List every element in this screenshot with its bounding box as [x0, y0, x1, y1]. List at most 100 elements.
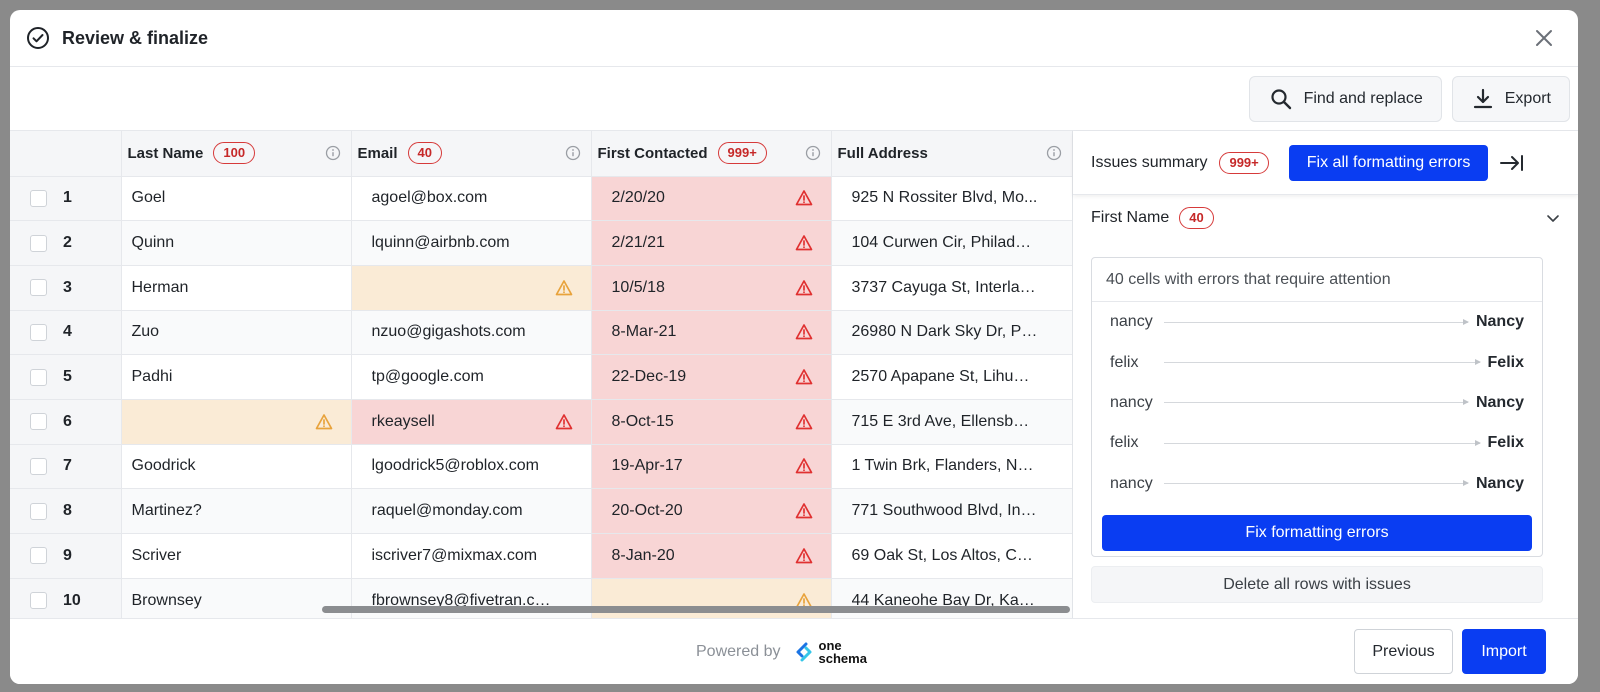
error-count-badge[interactable]: 40	[407, 142, 442, 165]
info-icon[interactable]	[805, 145, 821, 161]
row-index-cell[interactable]: 1	[10, 176, 122, 222]
cell-email[interactable]	[351, 265, 592, 311]
cell-email[interactable]: raquel@monday.com	[351, 488, 592, 534]
issue-section-first-name[interactable]: First Name 40	[1073, 195, 1578, 241]
cell-full-address[interactable]: 3737 Cayuga St, Interlak...	[831, 265, 1072, 311]
row-index-cell[interactable]: 2	[10, 220, 122, 266]
error-count-badge[interactable]: 999+	[717, 142, 767, 165]
cell-email[interactable]: agoel@box.com	[351, 176, 592, 222]
error-triangle-icon[interactable]	[795, 413, 813, 431]
cell-first-contacted[interactable]: 8-Mar-21	[591, 310, 832, 356]
cell-first-contacted[interactable]: 2/21/21	[591, 220, 832, 266]
delete-rows-with-issues-button[interactable]: Delete all rows with issues	[1091, 566, 1543, 603]
horizontal-scrollbar[interactable]	[322, 606, 1070, 613]
row-checkbox[interactable]	[30, 502, 47, 520]
info-icon[interactable]	[565, 145, 581, 161]
cell-full-address[interactable]: 925 N Rossiter Blvd, Mo...	[831, 176, 1072, 222]
cell-first-contacted[interactable]: 8-Jan-20	[591, 533, 832, 579]
table-row[interactable]: 9 Scriver iscriver7@mixmax.com 8-Jan-20 69 O…	[10, 533, 1072, 579]
cell-first-contacted[interactable]: 22-Dec-19	[591, 354, 832, 400]
row-index-cell[interactable]: 5	[10, 354, 122, 400]
cell-email[interactable]: lgoodrick5@roblox.com	[351, 444, 592, 490]
fix-all-formatting-errors-button[interactable]: Fix all formatting errors	[1288, 144, 1489, 181]
row-index-cell[interactable]: 9	[10, 533, 122, 579]
column-header-first-contacted[interactable]: First Contacted 999+	[591, 131, 832, 177]
cell-first-contacted[interactable]: 19-Apr-17	[591, 444, 832, 490]
chevron-down-icon[interactable]	[1546, 211, 1560, 225]
cell-last-name[interactable]: Goel	[121, 176, 352, 222]
cell-first-contacted[interactable]: 8-Oct-15	[591, 399, 832, 445]
error-triangle-icon[interactable]	[555, 413, 573, 431]
import-button[interactable]: Import	[1462, 629, 1546, 674]
error-triangle-icon[interactable]	[795, 457, 813, 475]
error-triangle-icon[interactable]	[795, 234, 813, 252]
cell-email[interactable]: iscriver7@mixmax.com	[351, 533, 592, 579]
row-checkbox[interactable]	[30, 234, 47, 252]
row-checkbox[interactable]	[30, 323, 47, 341]
column-header-last-name[interactable]: Last Name 100	[121, 131, 352, 177]
row-index-cell[interactable]: 4	[10, 310, 122, 356]
cell-last-name[interactable]: Padhi	[121, 354, 352, 400]
cell-last-name[interactable]: Zuo	[121, 310, 352, 356]
cell-last-name[interactable]: Herman	[121, 265, 352, 311]
column-header-full-address[interactable]: Full Address	[831, 131, 1072, 177]
table-row[interactable]: 1 Goel agoel@box.com 2/20/20 925 N Rossiter …	[10, 176, 1072, 222]
info-icon[interactable]	[325, 145, 341, 161]
cell-full-address[interactable]: 1 Twin Brk, Flanders, NJ,...	[831, 444, 1072, 490]
row-checkbox[interactable]	[30, 279, 47, 297]
cell-full-address[interactable]: 715 E 3rd Ave, Ellensbur...	[831, 399, 1072, 445]
row-checkbox[interactable]	[30, 457, 47, 475]
cell-last-name[interactable]: Quinn	[121, 220, 352, 266]
cell-last-name[interactable]: Scriver	[121, 533, 352, 579]
cell-email[interactable]: lquinn@airbnb.com	[351, 220, 592, 266]
cell-first-contacted[interactable]: 20-Oct-20	[591, 488, 832, 534]
row-checkbox[interactable]	[30, 547, 47, 565]
error-triangle-icon[interactable]	[795, 323, 813, 341]
cell-last-name[interactable]: Goodrick	[121, 444, 352, 490]
cell-email[interactable]: rkeaysell	[351, 399, 592, 445]
table-row[interactable]: 2 Quinn lquinn@airbnb.com 2/21/21 104 Curwen…	[10, 220, 1072, 266]
row-checkbox[interactable]	[30, 189, 47, 207]
cell-full-address[interactable]: 771 Southwood Blvd, Inc...	[831, 488, 1072, 534]
row-checkbox[interactable]	[30, 413, 47, 431]
row-checkbox[interactable]	[30, 592, 47, 610]
cell-full-address[interactable]: 69 Oak St, Los Altos, CA,...	[831, 533, 1072, 579]
cell-last-name[interactable]: Martinez?	[121, 488, 352, 534]
collapse-panel-icon[interactable]	[1498, 149, 1526, 177]
close-icon[interactable]	[1530, 24, 1558, 52]
cell-full-address[interactable]: 26980 N Dark Sky Dr, Pa...	[831, 310, 1072, 356]
fix-formatting-errors-button[interactable]: Fix formatting errors	[1102, 515, 1532, 551]
previous-button[interactable]: Previous	[1354, 629, 1453, 674]
cell-first-contacted[interactable]: 2/20/20	[591, 176, 832, 222]
warning-triangle-icon[interactable]	[555, 279, 573, 297]
row-index-cell[interactable]: 10	[10, 578, 122, 618]
table-row[interactable]: 5 Padhi tp@google.com 22-Dec-19 2570 Apapane…	[10, 354, 1072, 400]
find-replace-button[interactable]: Find and replace	[1248, 76, 1442, 122]
cell-email[interactable]: nzuo@gigashots.com	[351, 310, 592, 356]
table-row[interactable]: 4 Zuo nzuo@gigashots.com 8-Mar-21 26980 N Da…	[10, 310, 1072, 356]
error-triangle-icon[interactable]	[795, 189, 813, 207]
table-row[interactable]: 8 Martinez? raquel@monday.com 20-Oct-20 771 …	[10, 488, 1072, 534]
error-count-badge[interactable]: 100	[213, 142, 256, 165]
cell-last-name[interactable]: Brownsey	[121, 578, 352, 618]
info-icon[interactable]	[1046, 145, 1062, 161]
column-header-email[interactable]: Email 40	[351, 131, 592, 177]
error-triangle-icon[interactable]	[795, 368, 813, 386]
warning-triangle-icon[interactable]	[315, 413, 333, 431]
row-index-cell[interactable]: 3	[10, 265, 122, 311]
export-button[interactable]: Export	[1451, 76, 1570, 122]
cell-email[interactable]: tp@google.com	[351, 354, 592, 400]
row-index-cell[interactable]: 8	[10, 488, 122, 534]
cell-full-address[interactable]: 2570 Apapane St, Lihue,...	[831, 354, 1072, 400]
table-row[interactable]: 7 Goodrick lgoodrick5@roblox.com 19-Apr-17 1…	[10, 444, 1072, 490]
cell-last-name[interactable]	[121, 399, 352, 445]
row-index-cell[interactable]: 6	[10, 399, 122, 445]
table-row[interactable]: 3 Herman 10/5/18 3737 Cayuga St, Interlak..…	[10, 265, 1072, 311]
error-triangle-icon[interactable]	[795, 547, 813, 565]
table-row[interactable]: 6 rkeaysell 8-Oct-15 715 E 3rd Ave, Ellensb…	[10, 399, 1072, 445]
cell-full-address[interactable]: 104 Curwen Cir, Philadel...	[831, 220, 1072, 266]
row-checkbox[interactable]	[30, 368, 47, 386]
cell-first-contacted[interactable]: 10/5/18	[591, 265, 832, 311]
error-triangle-icon[interactable]	[795, 279, 813, 297]
error-triangle-icon[interactable]	[795, 502, 813, 520]
